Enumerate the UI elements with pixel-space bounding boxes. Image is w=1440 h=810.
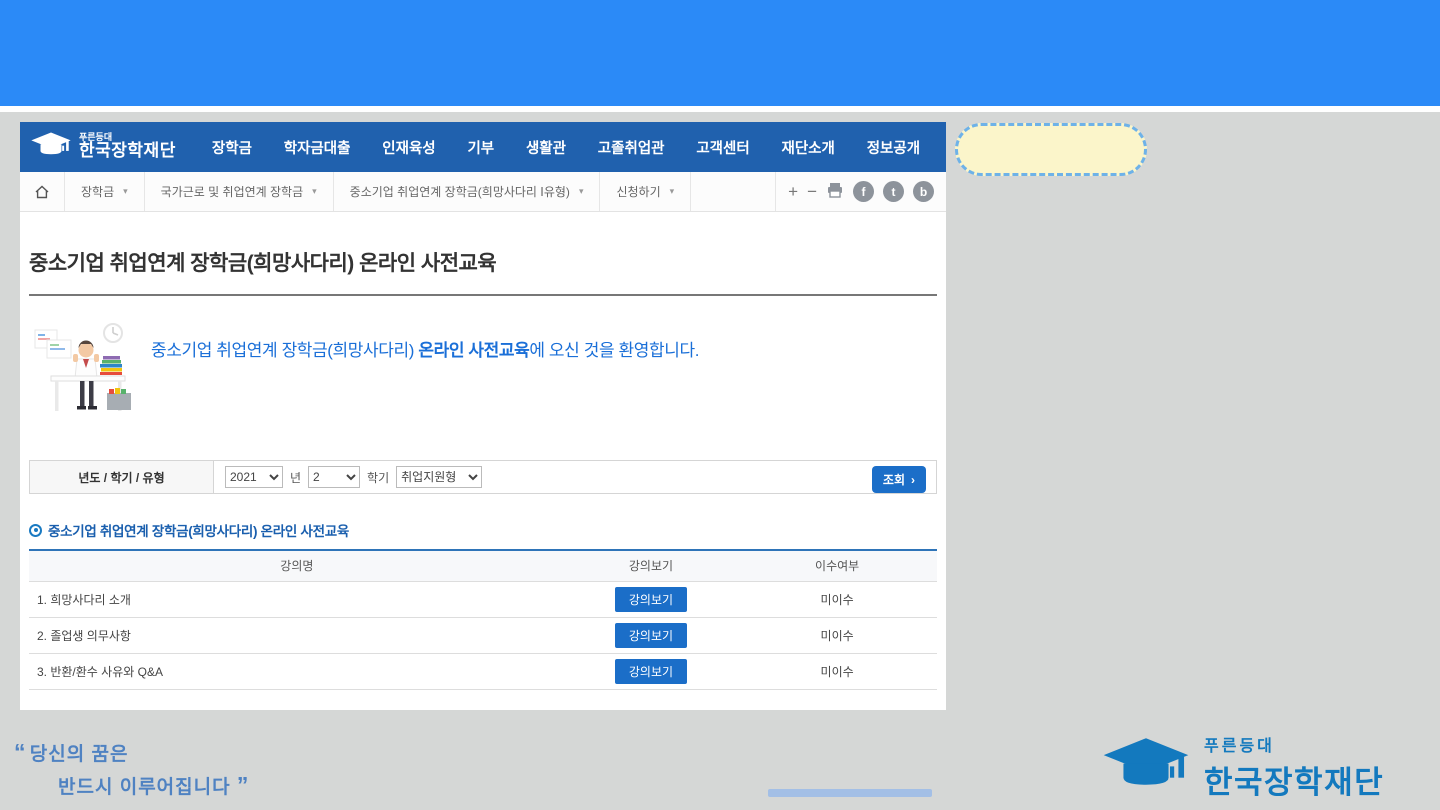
menu-about[interactable]: 재단소개 xyxy=(782,137,835,158)
graduation-cap-icon xyxy=(30,130,72,165)
table-row: 2. 졸업생 의무사항 강의보기 미이수 xyxy=(29,617,937,653)
lecture-name: 2. 졸업생 의무사항 xyxy=(29,617,565,653)
slide-slogan: “ 당신의 꿈은 반드시 이루어집니다 ” xyxy=(14,736,246,803)
arrow-right-icon: › xyxy=(911,473,915,487)
breadcrumb-scholarship[interactable]: 장학금 ▾ xyxy=(65,172,145,211)
blog-icon[interactable]: b xyxy=(913,181,934,202)
chevron-down-icon: ▾ xyxy=(579,186,584,197)
welcome-section: 중소기업 취업연계 장학금(희망사다리) 온라인 사전교육에 오신 것을 환영합… xyxy=(29,316,937,432)
lecture-name: 1. 희망사다리 소개 xyxy=(29,581,565,617)
menu-hs-employment[interactable]: 고졸취업관 xyxy=(598,137,665,158)
view-lecture-button[interactable]: 강의보기 xyxy=(615,659,687,684)
logo-name: 한국장학재단 xyxy=(79,141,176,160)
main-menu: 장학금 학자금대출 인재육성 기부 생활관 고졸취업관 고객센터 재단소개 정보… xyxy=(192,137,946,158)
desk-illustration xyxy=(33,316,139,422)
welcome-message: 중소기업 취업연계 장학금(희망사다리) 온라인 사전교육에 오신 것을 환영합… xyxy=(151,336,699,361)
section-title: 중소기업 취업연계 장학금(희망사다리) 온라인 사전교육 xyxy=(48,520,349,540)
footer-logo-name: 한국장학재단 xyxy=(1204,765,1384,800)
lecture-table: 강의명 강의보기 이수여부 1. 희망사다리 소개 강의보기 미이수 2. 졸업… xyxy=(29,549,937,690)
view-lecture-button[interactable]: 강의보기 xyxy=(615,623,687,648)
semester-select[interactable]: 2 xyxy=(308,466,360,488)
menu-scholarship[interactable]: 장학금 xyxy=(212,137,252,158)
bullet-icon xyxy=(29,524,42,537)
browser-page: 푸른등대 한국장학재단 장학금 학자금대출 인재육성 기부 생활관 고졸취업관 … xyxy=(20,122,946,710)
menu-disclosure[interactable]: 정보공개 xyxy=(867,137,920,158)
view-lecture-button[interactable]: 강의보기 xyxy=(615,587,687,612)
graduation-cap-icon xyxy=(1098,734,1194,801)
font-zoom-out-button[interactable]: − xyxy=(807,183,817,200)
col-completion: 이수여부 xyxy=(737,550,937,581)
site-logo-text: 푸른등대 한국장학재단 xyxy=(79,133,176,161)
menu-student-loan[interactable]: 학자금대출 xyxy=(284,137,351,158)
site-logo[interactable]: 푸른등대 한국장학재단 xyxy=(20,130,192,165)
quote-open: “ xyxy=(14,739,24,765)
footer-logo-tagline: 푸른등대 xyxy=(1204,732,1384,756)
chevron-down-icon: ▾ xyxy=(123,186,128,197)
page-title: 중소기업 취업연계 장학금(희망사다리) 온라인 사전교육 xyxy=(29,247,937,277)
site-header: 푸른등대 한국장학재단 장학금 학자금대출 인재육성 기부 생활관 고졸취업관 … xyxy=(20,122,946,172)
year-select[interactable]: 2021 xyxy=(225,466,283,488)
semester-unit-label: 학기 xyxy=(367,469,389,486)
year-unit-label: 년 xyxy=(290,469,301,486)
chevron-down-icon: ▾ xyxy=(312,186,317,197)
page-tools: + − f t b xyxy=(775,172,946,211)
completion-status: 미이수 xyxy=(737,617,937,653)
twitter-icon[interactable]: t xyxy=(883,181,904,202)
table-row: 3. 반환/환수 사유와 Q&A 강의보기 미이수 xyxy=(29,653,937,689)
chevron-down-icon: ▾ xyxy=(670,186,675,197)
footer-logo-text: 푸른등대 한국장학재단 xyxy=(1204,732,1384,802)
filter-form: 년도 / 학기 / 유형 2021 년 2 학기 취업지원형 조회 › xyxy=(29,460,937,494)
menu-customer-center[interactable]: 고객센터 xyxy=(696,137,749,158)
horizontal-scrollbar[interactable] xyxy=(768,789,932,797)
breadcrumb: 장학금 ▾ 국가근로 및 취업연계 장학금 ▾ 중소기업 취업연계 장학금(희망… xyxy=(20,172,946,212)
menu-donation[interactable]: 기부 xyxy=(467,137,494,158)
completion-status: 미이수 xyxy=(737,653,937,689)
quote-close: ” xyxy=(237,772,247,798)
page-content: 중소기업 취업연계 장학금(희망사다리) 온라인 사전교육 xyxy=(20,247,946,690)
breadcrumb-work-scholarship[interactable]: 국가근로 및 취업연계 장학금 ▾ xyxy=(145,172,334,211)
filter-fields: 2021 년 2 학기 취업지원형 xyxy=(214,466,482,488)
completion-status: 미이수 xyxy=(737,581,937,617)
menu-dormitory[interactable]: 생활관 xyxy=(526,137,566,158)
title-divider xyxy=(29,294,937,296)
search-button[interactable]: 조회 › xyxy=(872,466,926,493)
home-icon[interactable] xyxy=(20,172,65,211)
table-row: 1. 희망사다리 소개 강의보기 미이수 xyxy=(29,581,937,617)
breadcrumb-sme-scholarship[interactable]: 중소기업 취업연계 장학금(희망사다리 Ⅰ유형) ▾ xyxy=(334,172,601,211)
facebook-icon[interactable]: f xyxy=(853,181,874,202)
menu-talent[interactable]: 인재육성 xyxy=(382,137,435,158)
lecture-name: 3. 반환/환수 사유와 Q&A xyxy=(29,653,565,689)
section-heading: 중소기업 취업연계 장학금(희망사다리) 온라인 사전교육 xyxy=(29,520,937,549)
footer-logo: 푸른등대 한국장학재단 xyxy=(1098,732,1384,802)
font-zoom-in-button[interactable]: + xyxy=(788,183,798,200)
breadcrumb-apply[interactable]: 신청하기 ▾ xyxy=(600,172,691,211)
type-select[interactable]: 취업지원형 xyxy=(396,466,482,488)
highlight-annotation-pill xyxy=(955,123,1147,176)
table-header-row: 강의명 강의보기 이수여부 xyxy=(29,550,937,581)
filter-label: 년도 / 학기 / 유형 xyxy=(30,461,214,493)
slide-top-banner xyxy=(0,0,1440,112)
col-view-lecture: 강의보기 xyxy=(565,550,738,581)
col-lecture-name: 강의명 xyxy=(29,550,565,581)
print-icon[interactable] xyxy=(826,181,844,202)
